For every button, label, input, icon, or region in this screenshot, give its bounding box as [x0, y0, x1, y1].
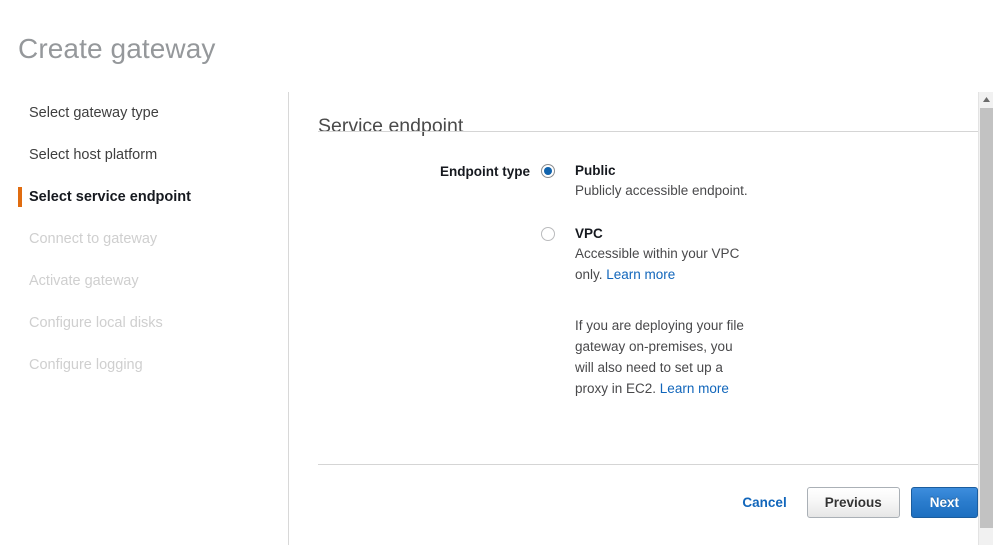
- sidebar-step-label: Connect to gateway: [29, 231, 157, 247]
- endpoint-option-vpc-title: VPC: [575, 225, 841, 243]
- section-title-divider: [318, 131, 978, 132]
- sidebar-step-configure-local-disks: Configure local disks: [0, 302, 288, 344]
- sidebar-step-label: Configure local disks: [29, 315, 163, 331]
- create-gateway-wizard: Select gateway type Select host platform…: [0, 92, 993, 545]
- sidebar-step-select-host-platform[interactable]: Select host platform: [0, 134, 288, 176]
- page-title: Create gateway: [18, 33, 216, 65]
- service-endpoint-panel: Service endpoint Endpoint type Public Pu…: [289, 92, 993, 545]
- vpc-learn-more-link[interactable]: Learn more: [606, 267, 675, 282]
- previous-button[interactable]: Previous: [807, 487, 900, 518]
- active-step-marker: [18, 187, 22, 207]
- vertical-scrollbar[interactable]: [978, 92, 993, 545]
- scroll-up-arrow-icon[interactable]: [979, 92, 993, 108]
- sidebar-step-label: Select host platform: [29, 147, 157, 163]
- scrollbar-thumb[interactable]: [980, 108, 993, 528]
- sidebar-step-label: Activate gateway: [29, 273, 139, 289]
- wizard-action-buttons: Cancel Previous Next: [742, 487, 978, 518]
- endpoint-option-public-title: Public: [575, 162, 841, 180]
- endpoint-option-vpc[interactable]: VPC Accessible within your VPC only. Lea…: [541, 225, 841, 285]
- endpoint-option-public[interactable]: Public Publicly accessible endpoint.: [541, 162, 841, 201]
- radio-public[interactable]: [541, 164, 555, 178]
- endpoint-option-public-body: Public Publicly accessible endpoint.: [575, 162, 841, 201]
- endpoint-option-vpc-description: Accessible within your VPC only. Learn m…: [575, 243, 755, 285]
- endpoint-option-vpc-body: VPC Accessible within your VPC only. Lea…: [575, 225, 841, 285]
- sidebar-step-connect-to-gateway: Connect to gateway: [0, 218, 288, 260]
- radio-vpc[interactable]: [541, 227, 555, 241]
- endpoint-proxy-note: If you are deploying your file gateway o…: [575, 315, 755, 399]
- sidebar-step-activate-gateway: Activate gateway: [0, 260, 288, 302]
- sidebar-step-label: Select service endpoint: [29, 189, 191, 205]
- proxy-learn-more-link[interactable]: Learn more: [660, 381, 729, 396]
- sidebar-step-label: Configure logging: [29, 357, 143, 373]
- cancel-button[interactable]: Cancel: [742, 495, 786, 510]
- wizard-step-sidebar: Select gateway type Select host platform…: [0, 92, 289, 545]
- endpoint-type-radio-group: Public Publicly accessible endpoint. VPC…: [541, 162, 841, 399]
- endpoint-option-public-description: Publicly accessible endpoint.: [575, 180, 755, 201]
- sidebar-step-select-service-endpoint[interactable]: Select service endpoint: [0, 176, 288, 218]
- sidebar-step-configure-logging: Configure logging: [0, 344, 288, 386]
- endpoint-type-label: Endpoint type: [339, 164, 530, 179]
- sidebar-step-select-gateway-type[interactable]: Select gateway type: [0, 92, 288, 134]
- sidebar-step-label: Select gateway type: [29, 105, 159, 121]
- next-button[interactable]: Next: [911, 487, 978, 518]
- section-title: Service endpoint: [318, 115, 463, 138]
- footer-divider: [318, 464, 978, 465]
